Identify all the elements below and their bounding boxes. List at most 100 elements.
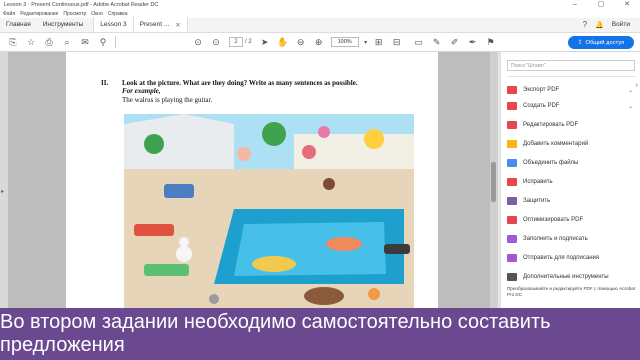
tool-edit-pdf[interactable]: Редактировать PDF [507, 117, 635, 133]
share-button[interactable]: ⇪ Общий доступ [568, 36, 634, 49]
tool-optimize[interactable]: Оптимизировать PDF [507, 212, 635, 228]
create-pdf-icon [507, 102, 517, 110]
chevron-down-icon[interactable]: ⌄ [628, 103, 633, 110]
tab-home[interactable]: Главная [0, 17, 37, 32]
collapse-panel-icon[interactable]: › [636, 82, 638, 89]
tool-label: Создать PDF [523, 103, 560, 109]
create-icon[interactable]: ⎘ [4, 35, 22, 49]
edit-pdf-icon [507, 121, 517, 129]
fit-page-icon[interactable]: ⊞ [370, 35, 388, 49]
page-navigator: 2 / 2 [229, 37, 252, 47]
find-icon[interactable]: ⚲ [94, 35, 112, 49]
share-button-label: Общий доступ [585, 39, 625, 46]
tab-doc2-label: Present ... [139, 21, 170, 28]
email-icon[interactable]: ✉ [76, 35, 94, 49]
signin-link[interactable]: Войти [612, 21, 630, 28]
window-title: Lesson 3 · Present Continuous.pdf - Adob… [4, 1, 159, 8]
panel-promo-text: Преобразовывайте и редактируйте PDF с по… [507, 286, 635, 297]
video-subtitle: Во втором задании необходимо самостоятел… [0, 308, 640, 360]
tab-tools[interactable]: Инструменты [37, 17, 90, 32]
menu-edit[interactable]: Редактирование [20, 11, 58, 17]
tools-panel: Поиск "Штамп" › Экспорт PDF ⌄ Создать PDF… [500, 52, 640, 308]
tab-tools-label: Инструменты [42, 21, 84, 28]
print-icon[interactable]: ⎙ [40, 35, 58, 49]
zoom-in-icon[interactable]: ⊕ [310, 35, 328, 49]
tool-export-pdf[interactable]: Экспорт PDF ⌄ [507, 82, 635, 98]
fill-sign-icon [507, 235, 517, 243]
optimize-icon [507, 216, 517, 224]
chevron-down-icon[interactable]: ▾ [362, 35, 370, 49]
stamp-icon[interactable]: ⚑ [482, 35, 500, 49]
menu-file[interactable]: Файл [3, 11, 15, 17]
comment-tool-icon[interactable]: ▭ [410, 35, 428, 49]
tool-label: Дополнительные инструменты [523, 274, 609, 280]
select-arrow-icon[interactable]: ➤ [256, 35, 274, 49]
zoom-out-icon[interactable]: ⊖ [292, 35, 310, 49]
tool-combine[interactable]: Объединить файлы [507, 155, 635, 171]
panel-divider [507, 76, 635, 77]
hand-tool-icon[interactable]: ✋ [274, 35, 292, 49]
highlight-icon[interactable]: ✎ [428, 35, 446, 49]
send-sign-icon [507, 254, 517, 262]
notification-icon[interactable]: 🔔 [595, 21, 604, 29]
draw-icon[interactable]: ✐ [446, 35, 464, 49]
comment-icon [507, 140, 517, 148]
menu-view[interactable]: Просмотр [63, 11, 86, 17]
tab-doc-present[interactable]: Present ... ✕ [133, 17, 188, 32]
tool-comment[interactable]: Добавить комментарий [507, 136, 635, 152]
tool-organize[interactable]: Исправить [507, 174, 635, 190]
share-icon: ⇪ [577, 39, 583, 46]
menu-window[interactable]: Окно [91, 11, 103, 17]
scroll-mode-icon[interactable]: ⊟ [388, 35, 406, 49]
tab-doc-label: Lesson 3 [100, 21, 127, 28]
tool-label: Редактировать PDF [523, 122, 579, 128]
example-sentence: The walrus is playing the guitar. [122, 95, 213, 104]
tool-label: Экспорт PDF [523, 87, 560, 93]
tool-fill-sign[interactable]: Заполнить и подписать [507, 231, 635, 247]
search-icon[interactable]: ⌕ [58, 35, 76, 49]
task-instruction: Look at the picture. What are they doing… [122, 79, 358, 87]
zoom-select[interactable]: 100% [330, 37, 359, 47]
prev-page-icon[interactable]: ⊙ [189, 35, 207, 49]
next-page-icon[interactable]: ⊙ [207, 35, 225, 49]
tool-send-sign[interactable]: Отправить для подписания [507, 250, 635, 266]
scrollbar-thumb[interactable] [491, 162, 496, 202]
tool-label: Оптимизировать PDF [523, 217, 584, 223]
menu-help[interactable]: Справка [108, 11, 128, 17]
combine-files-icon [507, 159, 517, 167]
task-number: II. [101, 79, 109, 87]
toolbar-separator [115, 36, 116, 48]
tool-label: Защитить [523, 198, 551, 204]
left-panel-toggle[interactable]: ▸ [0, 52, 8, 308]
vertical-scrollbar[interactable] [490, 52, 498, 308]
tab-doc-lesson[interactable]: Lesson 3 [93, 17, 134, 32]
expand-left-icon[interactable]: ▸ [1, 188, 4, 195]
organize-icon [507, 178, 517, 186]
title-bar: Lesson 3 · Present Continuous.pdf - Adob… [0, 0, 640, 9]
bookmark-icon[interactable]: ☆ [22, 35, 40, 49]
chevron-down-icon[interactable]: ⌄ [628, 87, 633, 94]
tool-more[interactable]: Дополнительные инструменты [507, 269, 635, 285]
tool-label: Отправить для подписания [523, 255, 600, 261]
pool-illustration [124, 114, 414, 308]
export-pdf-icon [507, 86, 517, 94]
more-tools-icon [507, 273, 517, 281]
tools-search-input[interactable]: Поиск "Штамп" [507, 60, 635, 71]
maximize-icon[interactable]: ▢ [588, 0, 614, 9]
tab-home-label: Главная [6, 21, 31, 28]
close-tab-icon[interactable]: ✕ [175, 21, 180, 29]
tool-label: Объединить файлы [523, 160, 579, 166]
tool-create-pdf[interactable]: Создать PDF ⌄ [507, 98, 635, 114]
tool-label: Добавить комментарий [523, 141, 589, 147]
page-input[interactable]: 2 [229, 37, 243, 47]
close-icon[interactable]: ✕ [614, 0, 640, 9]
tool-protect[interactable]: Защитить [507, 193, 635, 209]
minimize-icon[interactable]: – [562, 0, 588, 9]
document-viewport: II. Look at the picture. What are they d… [8, 52, 498, 308]
tool-label: Исправить [523, 179, 553, 185]
pdf-page: II. Look at the picture. What are they d… [66, 52, 438, 308]
sign-icon[interactable]: ✒ [464, 35, 482, 49]
protect-icon [507, 197, 517, 205]
help-icon[interactable]: ? [583, 20, 587, 29]
page-total: / 2 [245, 39, 252, 45]
